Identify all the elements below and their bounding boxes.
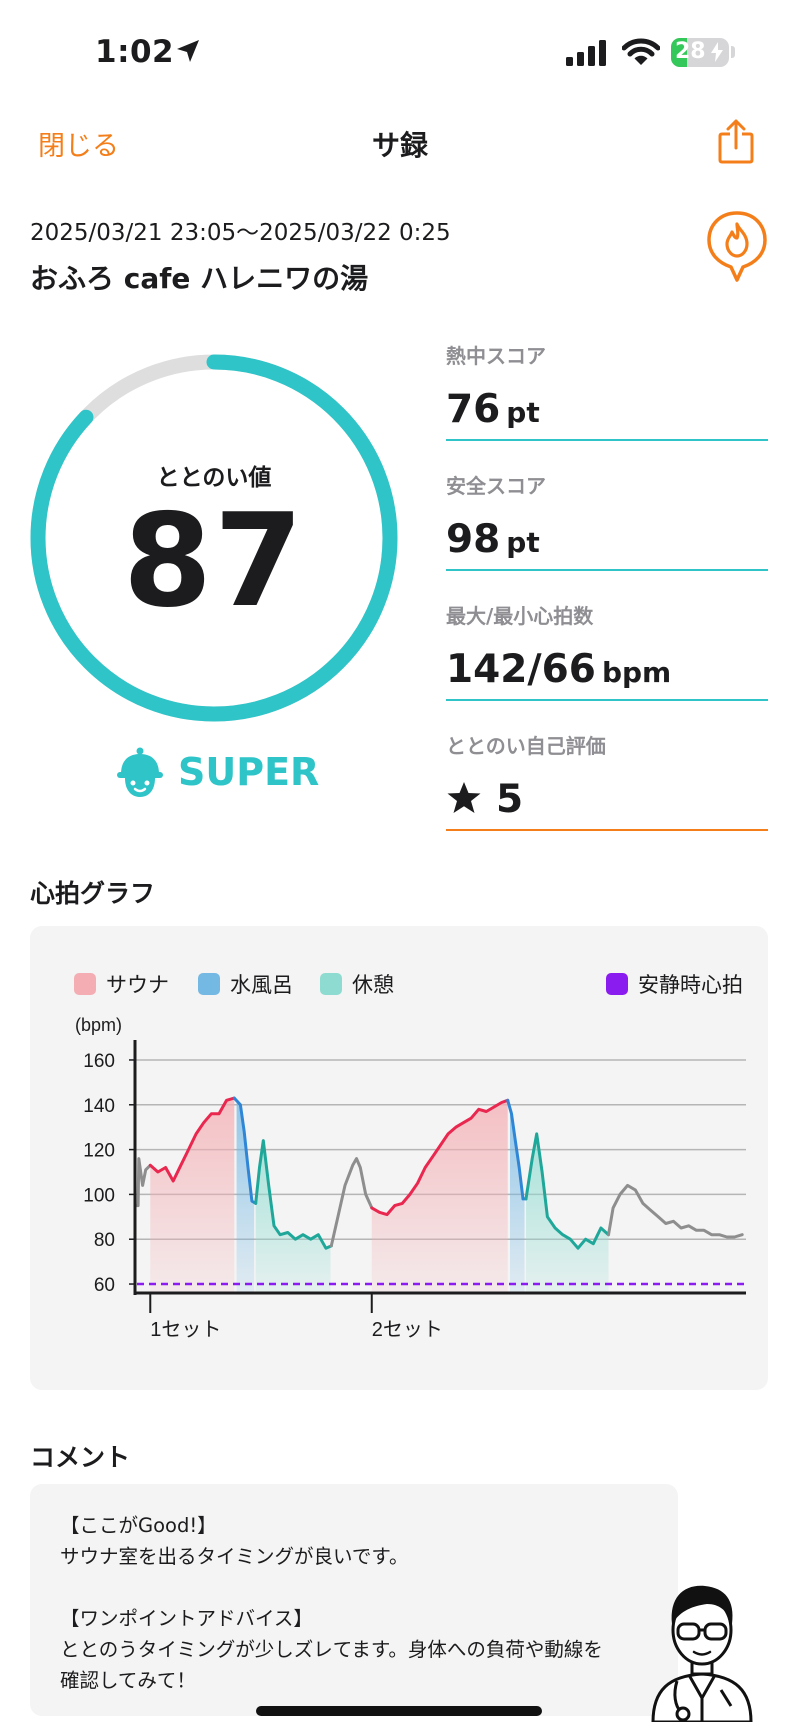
comment-section-title: コメント [30,1443,131,1472]
metric-label: ととのい自己評価 [446,734,606,758]
fire-pin-icon[interactable] [706,210,768,286]
metric-unit: pt [506,526,540,559]
battery-charging-icon: 28 [671,38,729,67]
metric-value: 76 [446,387,501,432]
metric-safety-score: 安全スコア 98 pt [446,470,768,571]
location-arrow-icon [177,40,199,62]
legend-item-water-bath: 水風呂 [198,970,293,998]
metric-unit: pt [506,396,540,429]
metric-value-row: 98 pt [446,517,768,567]
metric-divider [446,569,768,571]
metric-label: 最大/最小心拍数 [446,604,594,628]
metric-divider [446,829,768,831]
facility-name: おふろ cafe ハレニワの湯 [30,262,369,295]
metric-label: 熱中スコア [446,344,546,368]
share-icon[interactable] [718,118,754,164]
metric-heat-score: 熱中スコア 76 pt [446,340,768,441]
star-icon [447,782,481,813]
legend-label: 安静時心拍 [638,973,743,997]
metric-value: 142/66 [446,647,596,692]
page-title: サ録 [371,129,428,162]
doctor-avatar-icon [651,1585,753,1722]
metric-heart-rate: 最大/最小心拍数 142/66 bpm [446,600,768,701]
cellular-signal-icon [566,40,606,66]
bolt-icon [711,42,723,62]
wifi-icon [622,38,660,65]
metric-value-row: 142/66 bpm [446,647,768,697]
metric-self-rating: ととのい自己評価 5 [446,730,768,831]
legend-swatch [320,973,342,995]
metric-value: 5 [496,777,524,822]
session-datetime: 2025/03/21 23:05～2025/03/22 0:25 [30,220,451,246]
metric-label: 安全スコア [446,474,546,498]
metric-value: 98 [446,517,501,562]
metric-value-row: 76 pt [446,387,768,437]
comment-text: 【ここがGood!】 サウナ室を出るタイミングが良いです。 【ワンポイントアドバ… [60,1514,603,1692]
legend-label: 休憩 [352,973,394,997]
metric-divider [446,439,768,441]
legend-swatch [606,973,628,995]
metric-value-row: 5 [446,777,768,827]
status-time: 1:02 [95,34,175,70]
helmet-face-icon [117,747,163,797]
legend-swatch [74,973,96,995]
home-indicator [256,1706,542,1716]
battery-level-text: 28 [675,39,706,64]
chart-section-title: 心拍グラフ [30,879,156,908]
battery-cap [731,46,735,58]
status-bar: 1:02 28 [0,0,800,100]
legend-item-rest: 休憩 [320,970,394,998]
rank-label: SUPER [178,750,320,794]
gauge-value: 87 [122,487,306,636]
legend-label: 水風呂 [230,973,293,997]
legend-swatch [198,973,220,995]
metric-unit: bpm [601,656,672,689]
legend-label: サウナ [106,973,169,997]
legend-item-resting-hr: 安静時心拍 [606,970,743,998]
legend-item-sauna: サウナ [74,970,169,998]
metric-divider [446,699,768,701]
